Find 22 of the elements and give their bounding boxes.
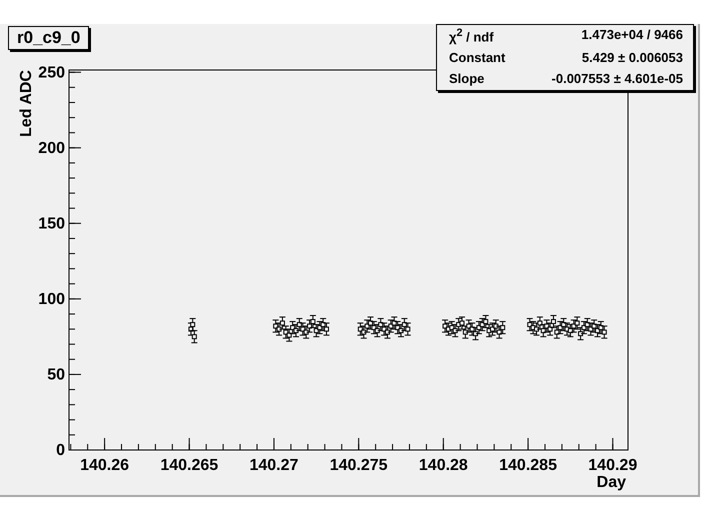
stat-label: χ$^{2}$ / ndf xyxy=(449,27,494,44)
axis-title: Led ADC xyxy=(18,70,35,137)
tick-label: 140.29 xyxy=(588,457,638,474)
stat-value: 1.473e+04 / 9466 xyxy=(581,27,683,44)
tick-label: 50 xyxy=(47,366,65,384)
axis-title: Day xyxy=(596,474,626,491)
stat-value: 5.429 ± 0.006053 xyxy=(582,50,683,66)
tick-label: 100 xyxy=(38,290,65,308)
stat-label: Slope xyxy=(449,71,484,86)
tick-label: 140.285 xyxy=(499,457,557,474)
stat-label: Constant xyxy=(449,50,506,66)
tick-label: 140.275 xyxy=(330,457,388,474)
tick-label: 140.265 xyxy=(160,457,218,474)
tick-label: 150 xyxy=(38,215,65,232)
stat-value: -0.007553 ± 4.601e-05 xyxy=(552,71,683,86)
tick-label: 140.27 xyxy=(250,457,298,474)
tick-label: 140.26 xyxy=(80,457,130,474)
tick-label: 250 xyxy=(38,64,65,82)
tick-label: 200 xyxy=(38,140,65,157)
plot-title: r0_c9_0 xyxy=(8,26,90,50)
tick-label: 140.28 xyxy=(418,457,468,474)
tick-label: 0 xyxy=(56,442,65,459)
